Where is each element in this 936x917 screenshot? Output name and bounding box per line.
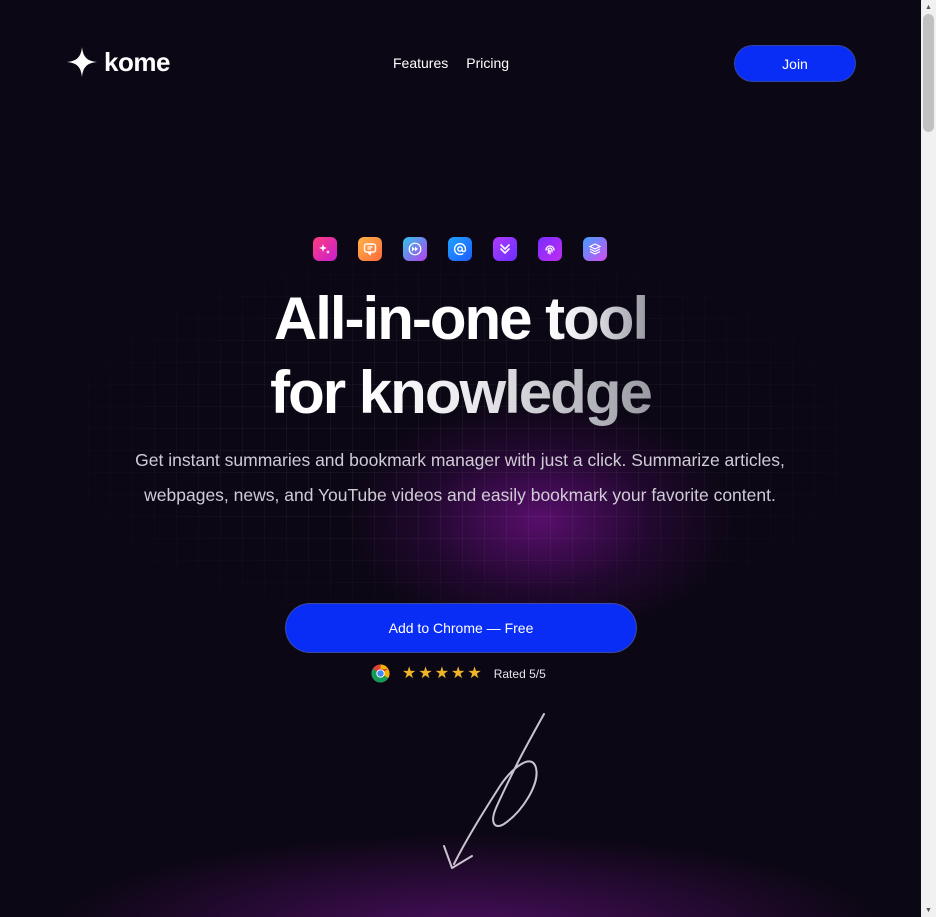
sparkle-logo-icon: [67, 47, 97, 77]
logo-text: kome: [104, 46, 170, 77]
hand-drawn-arrow-icon: [443, 713, 545, 869]
hero-subtitle-line: Get instant summaries and bookmark manag…: [135, 450, 785, 470]
hero-title-word: tool: [545, 285, 649, 352]
hero-title-word: for: [270, 359, 346, 426]
feature-icons-row: [313, 237, 607, 261]
rating-row: ★ ★ ★ ★ ★ Rated 5/5: [371, 664, 546, 683]
page: kome Features Pricing Join All-in-one to…: [0, 0, 921, 917]
join-button[interactable]: Join: [735, 46, 855, 81]
hero-subtitle-line: webpages, news, and YouTube videos and e…: [144, 485, 776, 505]
star-icon: ★: [402, 664, 417, 682]
nav-link-features[interactable]: Features: [393, 55, 448, 71]
logo[interactable]: kome: [66, 46, 170, 78]
scroll-thumb[interactable]: [923, 14, 934, 132]
at-sign-icon: [448, 237, 472, 261]
hero-title-line-2: for knowledge: [0, 356, 921, 430]
scroll-up-arrow-icon[interactable]: ▲: [921, 0, 936, 14]
star-icon: ★: [434, 664, 450, 682]
scroll-down-arrow-icon[interactable]: ▼: [921, 903, 936, 917]
add-to-chrome-button[interactable]: Add to Chrome — Free: [286, 604, 636, 652]
chevrons-down-icon: [493, 237, 517, 261]
fast-forward-icon: [403, 237, 427, 261]
chat-icon: [358, 237, 382, 261]
fingerprint-icon: [538, 237, 562, 261]
nav-link-pricing[interactable]: Pricing: [466, 55, 509, 71]
layers-icon: [583, 237, 607, 261]
vertical-scrollbar[interactable]: ▲ ▼: [921, 0, 936, 917]
hero-title-word: All-in-one: [273, 285, 533, 352]
chrome-icon: [371, 664, 390, 683]
hero-title-word: knowledge: [358, 359, 653, 426]
hero-subtitle: Get instant summaries and bookmark manag…: [110, 443, 810, 513]
sparkle-icon: [313, 237, 337, 261]
main-nav: Features Pricing: [393, 55, 509, 71]
hero-title-line-1: All-in-one tool: [0, 282, 921, 356]
star-icon: ★: [467, 664, 482, 682]
star-rating: ★ ★ ★ ★ ★: [402, 664, 482, 682]
star-icon: ★: [418, 664, 433, 682]
hero-title: All-in-one tool for knowledge: [0, 282, 921, 430]
star-icon: ★: [451, 664, 466, 682]
rating-text: Rated 5/5: [493, 666, 546, 681]
